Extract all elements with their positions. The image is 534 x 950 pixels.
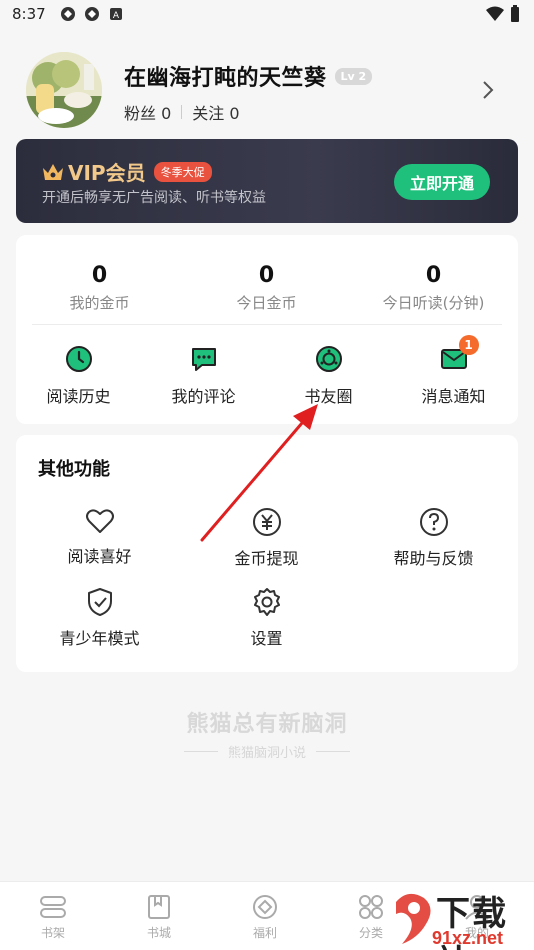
quick-notifications[interactable]: 1 消息通知: [391, 335, 516, 407]
slogan-sub-row: 熊猫脑洞小说: [0, 742, 534, 761]
func-label: 金币提现: [234, 549, 299, 568]
shield-check-icon: [87, 588, 112, 616]
follow-label: 关注: [192, 104, 225, 123]
func-label: 青少年模式: [59, 629, 140, 648]
slogan-sub: 熊猫脑洞小说: [227, 746, 306, 761]
stat-label: 今日金币: [236, 294, 297, 312]
mail-icon-wrap: 1: [440, 335, 479, 373]
svg-text:A: A: [113, 11, 120, 21]
follow-row: 粉丝 0 关注 0: [124, 100, 240, 124]
quick-reading-history[interactable]: 阅读历史: [16, 345, 141, 407]
chevron-right-icon[interactable]: [482, 80, 494, 100]
bookshelf-icon: [40, 896, 66, 918]
stat-today-coins[interactable]: 0 今日金币: [183, 263, 350, 313]
nav-welfare[interactable]: 福利: [212, 894, 318, 941]
category-icon: [359, 895, 383, 919]
nav-bookshelf[interactable]: 书架: [0, 894, 106, 941]
nav-label: 福利: [252, 926, 277, 940]
slogan-main: 熊猫总有新脑洞: [186, 712, 348, 737]
section-title: 其他功能: [38, 459, 110, 480]
level-badge: Lv 2: [334, 67, 373, 85]
nav-label: 书城: [146, 926, 171, 940]
fans-count: 0: [161, 104, 172, 123]
slogan: 熊猫总有新脑洞 熊猫脑洞小说: [0, 706, 534, 761]
quick-label: 阅读历史: [46, 387, 111, 406]
func-reading-preference[interactable]: 阅读喜好: [16, 507, 183, 567]
avatar[interactable]: [26, 52, 102, 128]
bookstore-icon: [148, 895, 170, 919]
stat-value: 0: [91, 263, 108, 288]
follow-count: 0: [229, 104, 240, 123]
text-notification-icon: A: [109, 8, 122, 21]
app-notification-icon: [60, 7, 75, 21]
status-right: [486, 5, 520, 23]
stats-card: 0 我的金币 0 今日金币 0 今日听读(分钟) 阅读历史 我的评论 书友圈 1…: [16, 235, 518, 424]
wifi-icon: [486, 6, 504, 21]
welfare-icon: [253, 895, 277, 919]
quick-my-comments[interactable]: 我的评论: [141, 345, 266, 407]
func-coin-withdraw[interactable]: 金币提现: [183, 507, 350, 569]
follow-link[interactable]: 关注 0: [192, 100, 239, 124]
vip-title: VIP会员: [68, 161, 146, 185]
circle-icon: [315, 346, 342, 372]
notification-badge: 1: [458, 335, 479, 355]
profile-header[interactable]: 在幽海打盹的天竺葵 Lv 2 粉丝 0 关注 0: [26, 52, 508, 130]
vip-banner[interactable]: VIP会员 冬季大促 开通后畅享无广告阅读、听书等权益 立即开通: [16, 139, 518, 223]
divider: [181, 105, 183, 119]
app-notification-icon: [84, 7, 99, 21]
divider: [183, 751, 218, 752]
stat-label: 今日听读(分钟): [382, 294, 485, 312]
stat-my-coins[interactable]: 0 我的金币: [16, 263, 183, 313]
vip-promo-badge: 冬季大促: [153, 161, 212, 182]
heart-icon: [85, 509, 114, 533]
nav-bookstore[interactable]: 书城: [106, 894, 212, 941]
quick-label: 消息通知: [421, 387, 486, 406]
help-icon: [419, 508, 448, 536]
divider: [316, 751, 350, 752]
stat-label: 我的金币: [69, 294, 130, 312]
gear-icon: [253, 588, 280, 616]
brand-watermark-url: 91xz.net: [432, 928, 504, 948]
yen-coin-icon: [252, 508, 281, 536]
func-label: 设置: [250, 629, 283, 648]
username-row: 在幽海打盹的天竺葵 Lv 2: [124, 60, 373, 92]
vip-description: 开通后畅享无广告阅读、听书等权益: [42, 190, 266, 206]
func-help-feedback[interactable]: 帮助与反馈: [350, 507, 517, 569]
quick-book-circle[interactable]: 书友圈: [266, 345, 391, 407]
func-teen-mode[interactable]: 青少年模式: [16, 587, 183, 649]
stat-value: 0: [425, 263, 442, 288]
comment-icon: [191, 348, 216, 371]
vip-title-row: VIP会员 冬季大促: [42, 157, 212, 186]
username: 在幽海打盹的天竺葵: [124, 66, 327, 91]
func-label: 阅读喜好: [67, 547, 132, 566]
status-time: 8:37: [12, 5, 46, 23]
stat-value: 0: [258, 263, 275, 288]
vip-open-button[interactable]: 立即开通: [394, 164, 490, 200]
clock-icon: [65, 346, 92, 372]
battery-icon: [511, 5, 519, 22]
divider: [32, 324, 502, 325]
stat-today-listen[interactable]: 0 今日听读(分钟): [350, 263, 517, 313]
status-bar: 8:37 A: [0, 0, 534, 28]
quick-label: 我的评论: [171, 387, 236, 406]
func-label: 帮助与反馈: [393, 549, 474, 568]
avatar-image: [26, 52, 102, 128]
other-functions-card: 其他功能 阅读喜好 金币提现 帮助与反馈 青少年模式 设置: [16, 435, 518, 672]
crown-icon: [43, 163, 63, 180]
func-settings[interactable]: 设置: [183, 587, 350, 649]
quick-label: 书友圈: [304, 387, 353, 406]
fans-label: 粉丝: [124, 104, 157, 123]
fans-link[interactable]: 粉丝 0: [124, 100, 171, 124]
nav-label: 书架: [40, 926, 65, 940]
